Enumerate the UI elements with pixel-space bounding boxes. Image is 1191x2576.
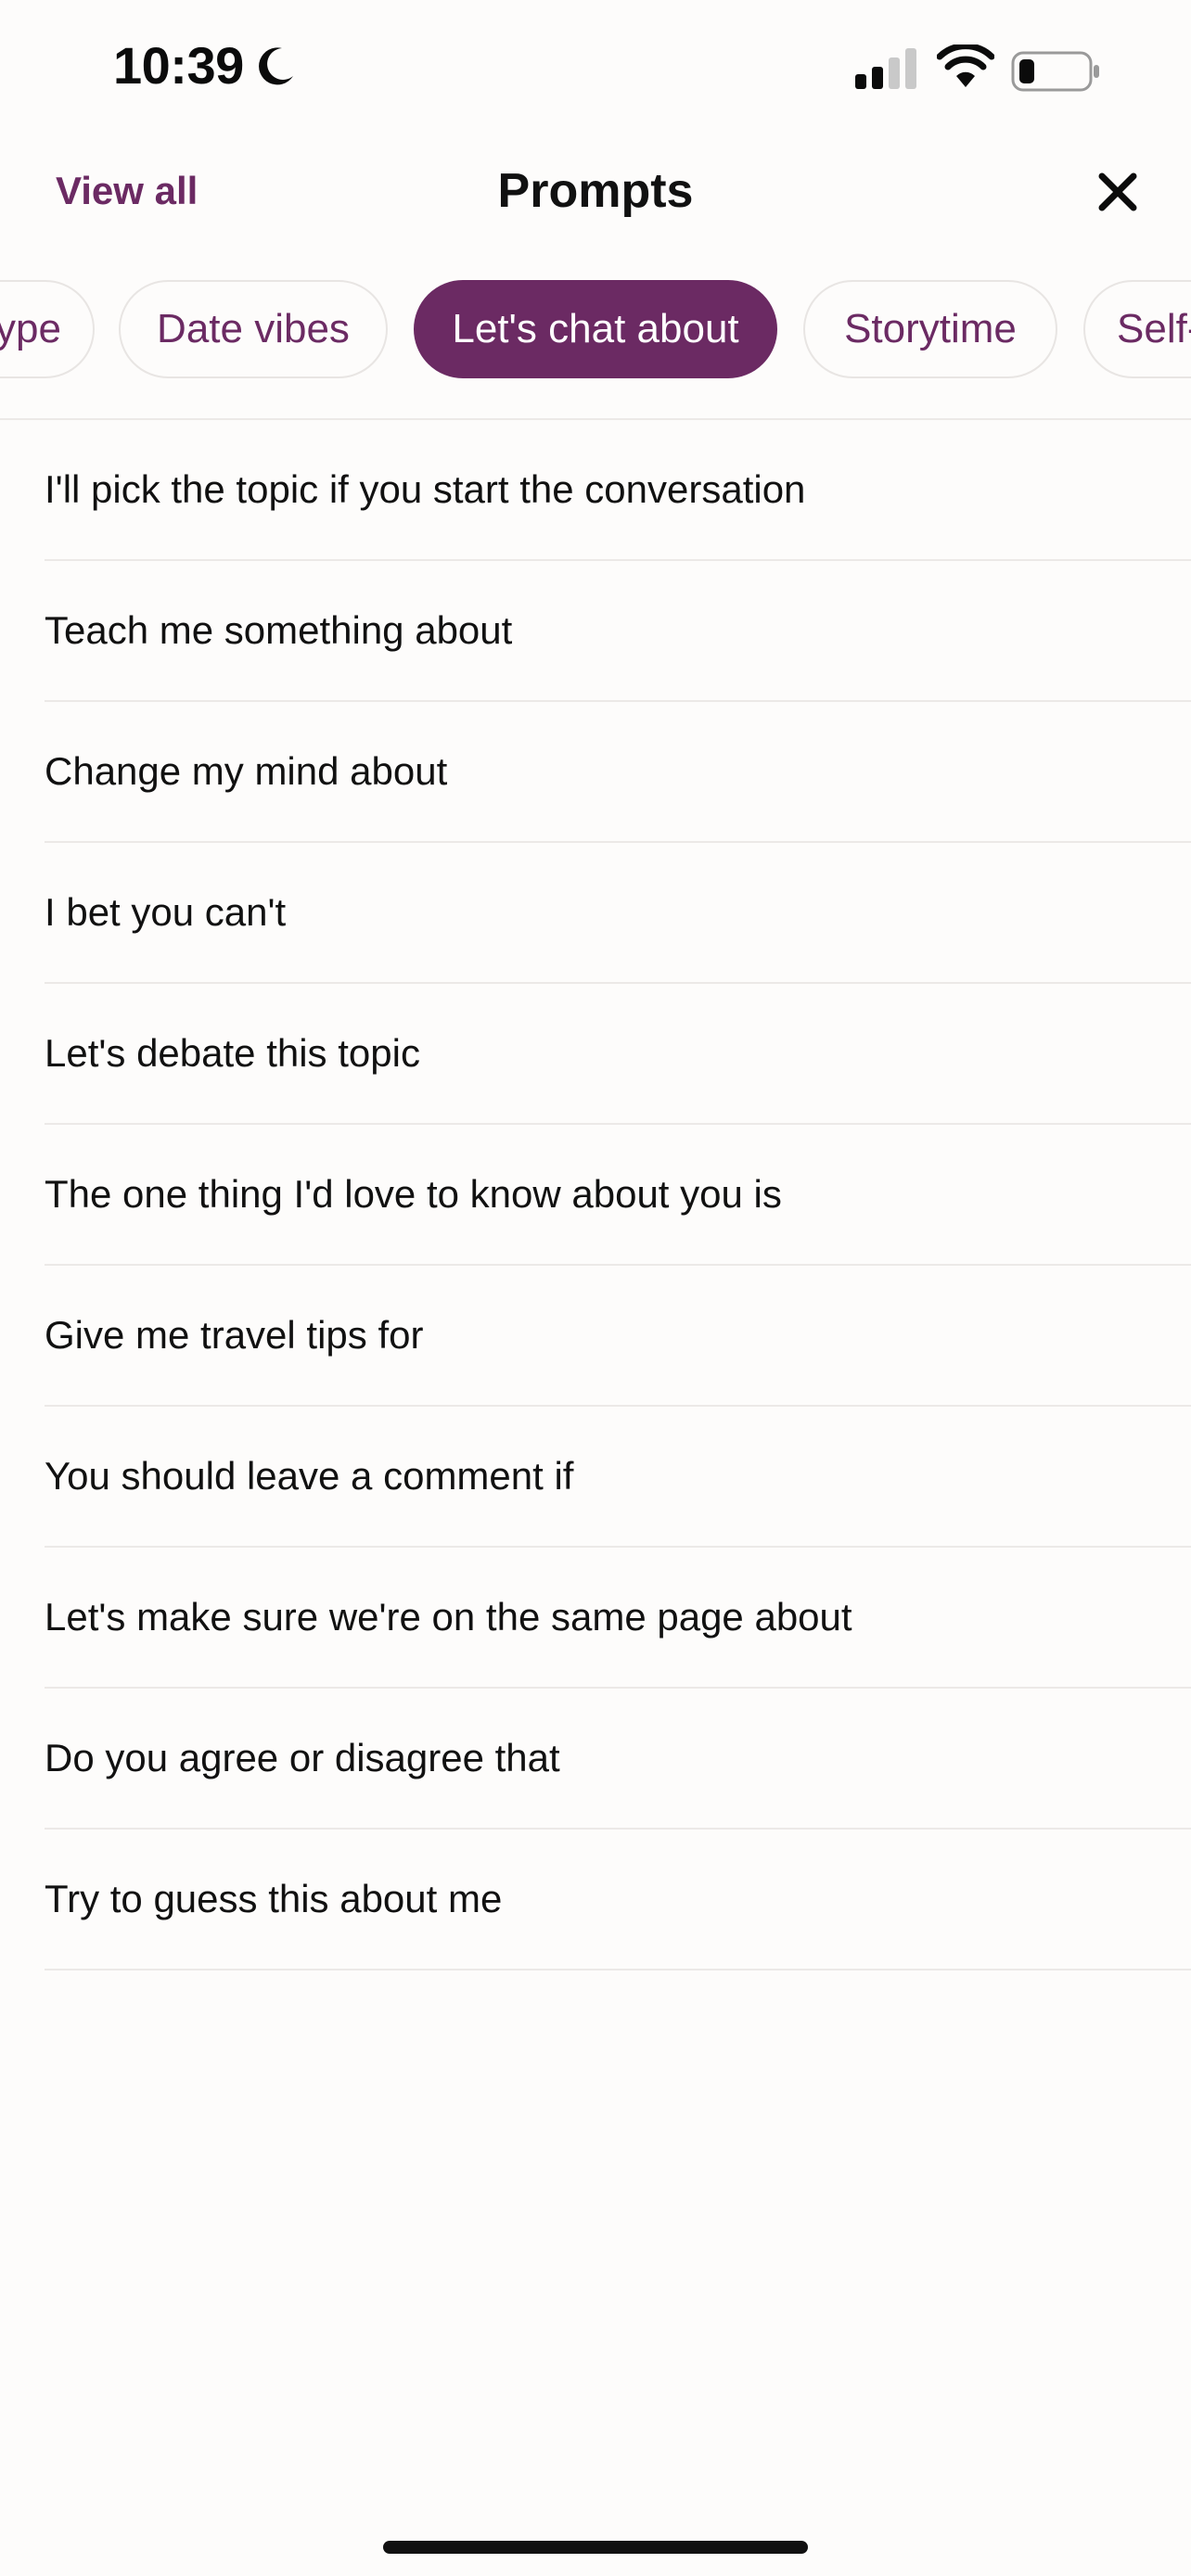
prompt-item[interactable]: Try to guess this about me bbox=[45, 1830, 1191, 1970]
prompt-item[interactable]: Teach me something about bbox=[45, 561, 1191, 702]
prompt-item[interactable]: I bet you can't bbox=[45, 843, 1191, 984]
wifi-icon bbox=[937, 45, 994, 87]
status-time: 10:39 bbox=[113, 36, 244, 95]
prompt-item[interactable]: I'll pick the topic if you start the con… bbox=[45, 420, 1191, 561]
chip-date-vibes[interactable]: Date vibes bbox=[119, 280, 388, 378]
chip-storytime[interactable]: Storytime bbox=[803, 280, 1057, 378]
battery-icon bbox=[1011, 51, 1099, 92]
home-indicator[interactable] bbox=[383, 2541, 808, 2554]
prompt-item[interactable]: Give me travel tips for bbox=[45, 1266, 1191, 1407]
category-chips: ype Date vibes Let's chat about Storytim… bbox=[0, 280, 1191, 380]
close-icon[interactable] bbox=[1095, 169, 1141, 215]
prompt-item[interactable]: Let's make sure we're on the same page a… bbox=[45, 1548, 1191, 1689]
header: Prompts View all bbox=[0, 148, 1191, 241]
chip-type[interactable]: ype bbox=[0, 280, 95, 378]
prompt-list: I'll pick the topic if you start the con… bbox=[45, 420, 1191, 1970]
prompt-item[interactable]: Let's debate this topic bbox=[45, 984, 1191, 1125]
chip-self-care[interactable]: Self- bbox=[1083, 280, 1191, 378]
status-bar: 10:39 bbox=[0, 0, 1191, 139]
cellular-signal-icon bbox=[855, 48, 916, 89]
prompt-item[interactable]: Change my mind about bbox=[45, 702, 1191, 843]
prompt-item[interactable]: You should leave a comment if bbox=[45, 1407, 1191, 1548]
prompts-screen: 10:39 Prompts View all ype Date vibes Le… bbox=[0, 0, 1191, 2576]
prompt-item[interactable]: Do you agree or disagree that bbox=[45, 1689, 1191, 1830]
prompt-item[interactable]: The one thing I'd love to know about you… bbox=[45, 1125, 1191, 1266]
view-all-button[interactable]: View all bbox=[56, 169, 198, 213]
chip-lets-chat-about[interactable]: Let's chat about bbox=[414, 280, 777, 378]
moon-icon bbox=[259, 47, 293, 85]
